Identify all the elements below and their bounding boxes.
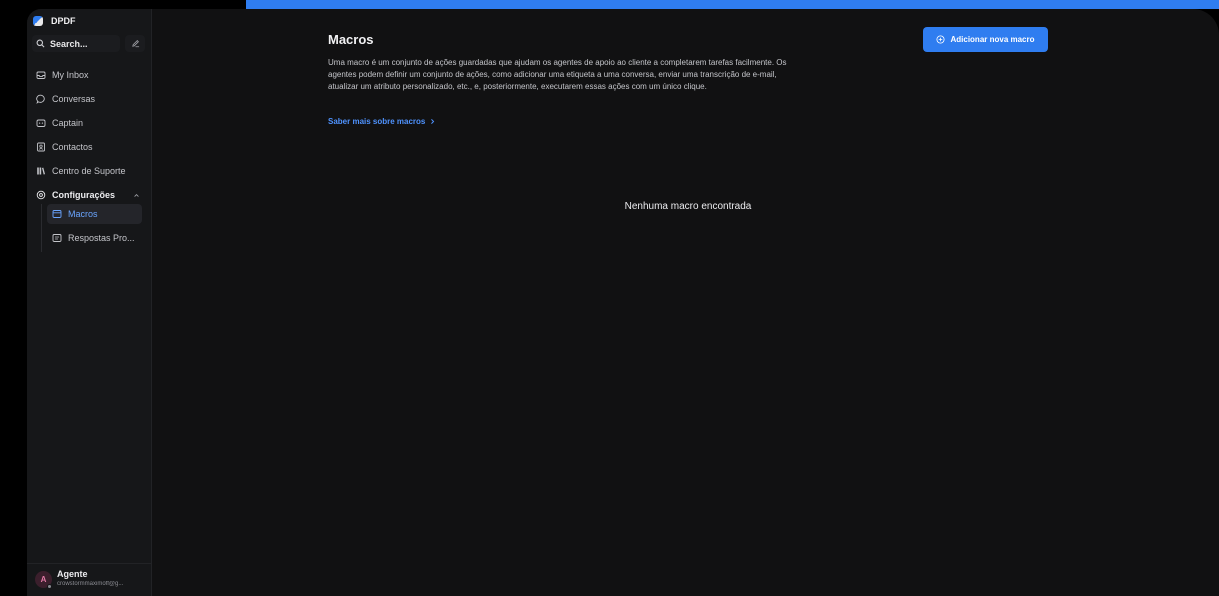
search-input[interactable]: Search...	[32, 35, 120, 52]
contacts-icon	[36, 142, 46, 152]
chat-bubble-icon	[36, 94, 46, 104]
bot-icon	[36, 118, 46, 128]
nav-item-label: Conversas	[52, 94, 96, 104]
inbox-icon	[36, 70, 46, 80]
nav-item-contactos[interactable]: Contactos	[32, 135, 146, 159]
user-name: Agente	[57, 569, 88, 579]
presence-status-dot	[47, 584, 52, 589]
workspace-switcher[interactable]: DPDF	[33, 14, 76, 28]
nav-item-conversas[interactable]: Conversas	[32, 87, 146, 111]
nav-item-label: Contactos	[52, 142, 93, 152]
pencil-icon	[131, 39, 140, 48]
sub-nav-item-label: Macros	[68, 209, 98, 219]
chevron-right-icon	[429, 118, 436, 125]
macro-icon	[52, 209, 62, 219]
library-icon	[36, 166, 46, 176]
compose-button[interactable]	[125, 35, 145, 52]
nav-item-captain[interactable]: Captain	[32, 111, 146, 135]
plus-circle-icon	[936, 35, 945, 44]
page-description: Uma macro é um conjunto de ações guardad…	[328, 58, 787, 91]
workspace-name: DPDF	[51, 16, 76, 26]
page-title: Macros	[328, 32, 374, 47]
chevron-up-icon	[133, 192, 140, 199]
nav-item-label: Centro de Suporte	[52, 166, 126, 176]
app-window: DPDF Search... My Inbox Conversas Captai…	[27, 9, 1219, 596]
nav-item-my-inbox[interactable]: My Inbox	[32, 63, 146, 87]
learn-more-label: Saber mais sobre macros	[328, 117, 426, 126]
search-row: Search...	[32, 35, 145, 52]
browser-accent-strip	[246, 0, 1219, 9]
sub-nav-item-macros[interactable]: Macros	[47, 204, 142, 224]
sub-nav-item-respostas-prontas[interactable]: Respostas Pro...	[47, 228, 142, 248]
empty-state-message: Nenhuma macro encontrada	[624, 201, 752, 212]
nav-item-label: Captain	[52, 118, 84, 128]
gear-icon	[36, 190, 46, 200]
user-email: crowstormmaximoff@g...	[57, 581, 124, 587]
nav-item-label: Configurações	[52, 190, 116, 200]
settings-sub-nav: Macros Respostas Pro...	[41, 204, 142, 252]
nav-item-label: My Inbox	[52, 70, 89, 80]
user-menu[interactable]: A Agente crowstormmaximoff@g...	[27, 563, 152, 596]
learn-more-link[interactable]: Saber mais sobre macros	[328, 117, 436, 126]
add-macro-label: Adicionar nova macro	[950, 35, 1035, 44]
search-icon	[36, 39, 45, 48]
canned-response-icon	[52, 233, 62, 243]
workspace-logo	[33, 16, 43, 26]
search-label: Search...	[50, 38, 88, 49]
nav-item-centro-de-suporte[interactable]: Centro de Suporte	[32, 159, 146, 183]
add-macro-button[interactable]: Adicionar nova macro	[923, 27, 1048, 52]
sidebar: DPDF Search... My Inbox Conversas Captai…	[27, 9, 152, 596]
main-nav: My Inbox Conversas Captain Contactos Cen…	[32, 63, 146, 207]
sub-nav-item-label: Respostas Pro...	[68, 233, 135, 243]
